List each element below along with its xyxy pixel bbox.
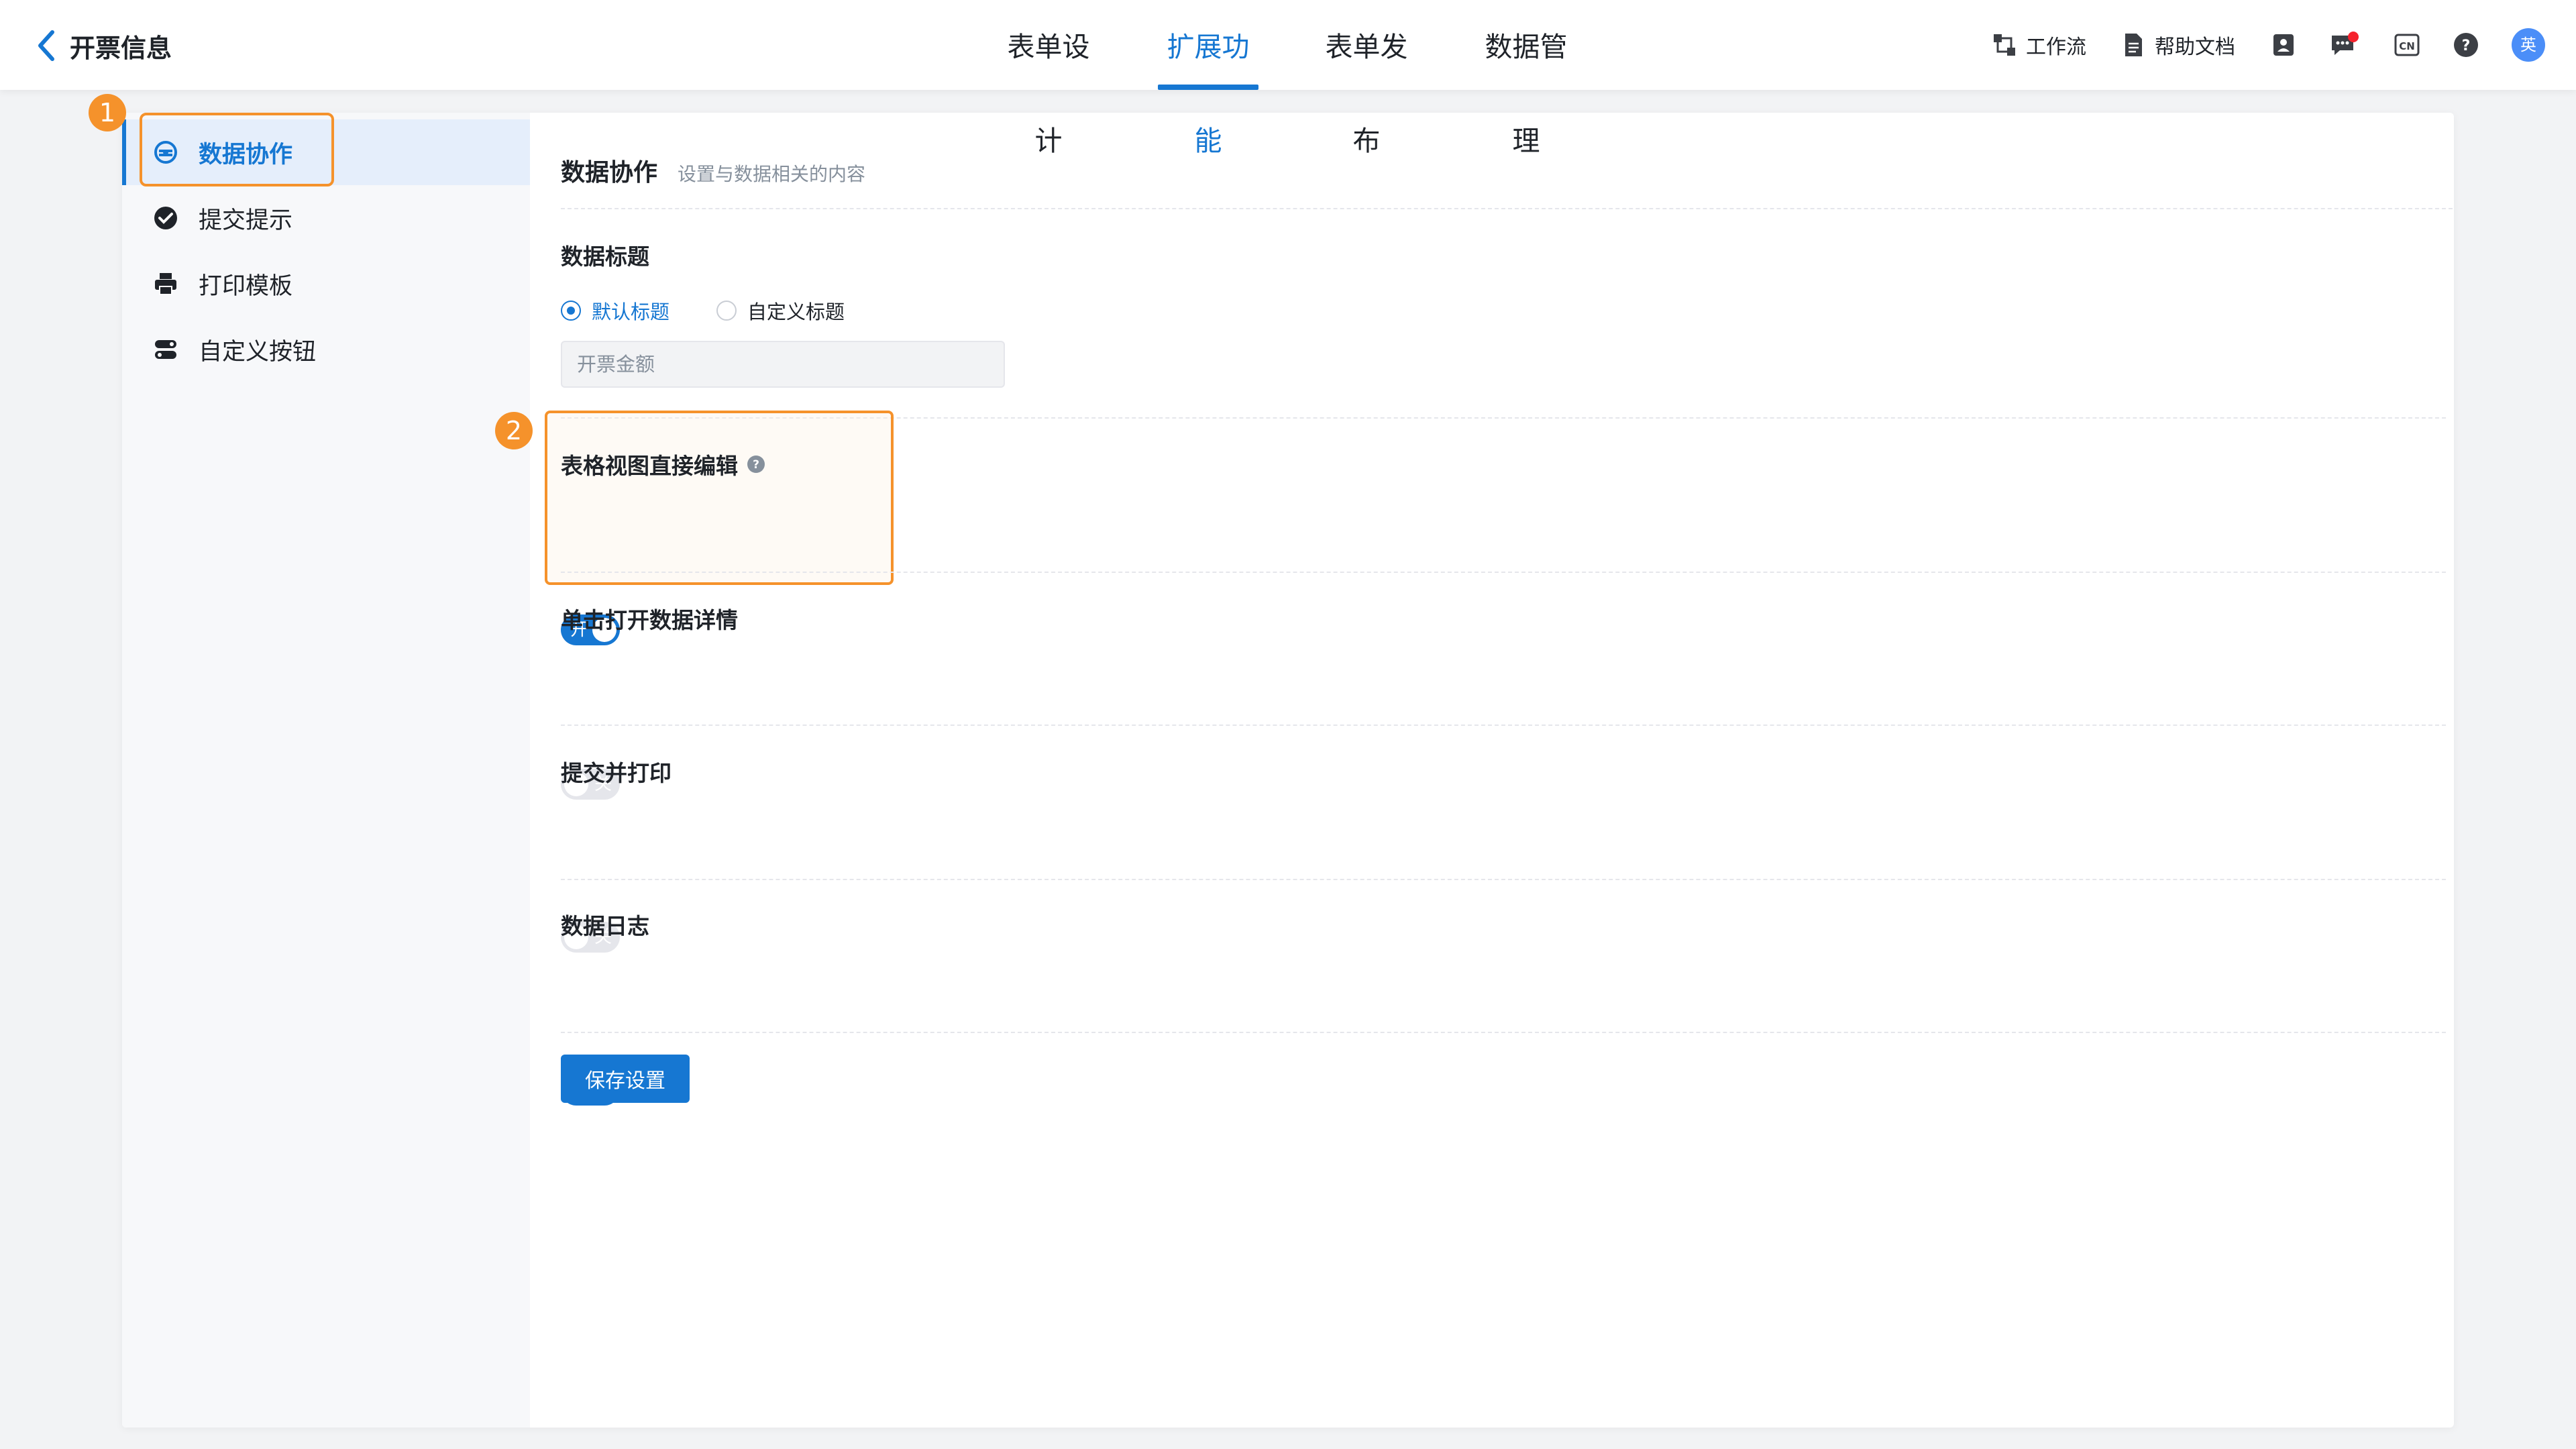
divider (561, 417, 2446, 419)
divider (561, 1032, 2446, 1033)
back-button[interactable]: 开票信息 (35, 25, 172, 66)
radio-dot (561, 301, 581, 321)
divider (561, 572, 2446, 573)
contacts-icon (2273, 34, 2294, 56)
tab-form-publish[interactable]: 表单发布 (1316, 0, 1417, 157)
main-card: 数据协作 提交提示 打印模板 自定义按钮 数据协作 设置与数据相关的内容 数据标… (122, 113, 2454, 1428)
workflow-icon (1994, 34, 2015, 56)
tab-form-design[interactable]: 表单设计 (998, 0, 1099, 157)
settings-content: 数据协作 设置与数据相关的内容 数据标题 默认标题 自定义标题 开票金额 表格视… (530, 113, 2454, 1428)
radio-default-title[interactable]: 默认标题 (561, 297, 669, 325)
divider (561, 724, 2446, 726)
tab-data-management[interactable]: 数据管理 (1476, 0, 1576, 157)
setting-data-log: 数据日志 (561, 913, 649, 939)
svg-text:?: ? (2462, 38, 2471, 54)
notification-dot (2348, 32, 2359, 42)
setting-submit-print: 提交并打印 (561, 760, 672, 786)
svg-text:CN: CN (2399, 40, 2415, 52)
setting-inline-edit: 表格视图直接编辑 ? (561, 448, 766, 480)
setting-label: 表格视图直接编辑 (561, 453, 738, 479)
data-title-radio-group: 默认标题 自定义标题 (561, 297, 892, 325)
radio-label: 默认标题 (592, 301, 670, 323)
top-bar: 开票信息 表单设计 扩展功能 表单发布 数据管理 工作流 帮助文档 CN ? 英 (0, 0, 2576, 157)
sidebar-item-label: 提交提示 (199, 207, 293, 234)
save-settings-button[interactable]: 保存设置 (561, 1055, 690, 1103)
language-button[interactable]: CN (2394, 28, 2420, 62)
printer-icon (155, 273, 176, 295)
radio-dot (716, 301, 737, 321)
sidebar-item-data-collab[interactable]: 数据协作 (122, 119, 530, 185)
language-icon: CN (2394, 34, 2420, 56)
data-collab-icon (154, 141, 177, 164)
sidebar-item-custom-buttons[interactable]: 自定义按钮 (122, 317, 530, 382)
check-circle-icon (154, 207, 177, 229)
page-title: 数据协作 (561, 159, 658, 186)
toggle-buttons-icon (155, 340, 176, 359)
content-header: 数据协作 设置与数据相关的内容 (561, 153, 865, 188)
setting-click-open-detail: 单击打开数据详情 (561, 607, 738, 633)
radio-label: 自定义标题 (747, 301, 845, 323)
help-docs-button[interactable]: 帮助文档 (2120, 28, 2235, 62)
document-icon (2125, 34, 2142, 56)
workflow-label: 工作流 (2026, 36, 2086, 59)
question-circle-icon[interactable]: ? (746, 454, 766, 474)
sidebar-item-submit-tips[interactable]: 提交提示 (122, 185, 530, 251)
question-circle-icon: ? (2454, 33, 2478, 57)
sidebar-item-label: 数据协作 (199, 141, 293, 168)
divider (561, 879, 2446, 880)
sidebar-item-print-template[interactable]: 打印模板 (122, 251, 530, 317)
sidebar-item-label: 打印模板 (199, 272, 293, 300)
settings-sidebar: 数据协作 提交提示 打印模板 自定义按钮 (122, 113, 530, 1428)
help-button[interactable]: ? (2453, 28, 2479, 62)
contacts-button[interactable] (2270, 28, 2297, 62)
data-title-label: 数据标题 (561, 244, 649, 270)
page-subtitle: 设置与数据相关的内容 (678, 163, 866, 185)
data-title-input[interactable]: 开票金额 (561, 341, 1005, 388)
sidebar-item-label: 自定义按钮 (199, 338, 317, 366)
divider (561, 208, 2454, 209)
radio-custom-title[interactable]: 自定义标题 (716, 297, 845, 325)
svg-text:?: ? (753, 458, 759, 472)
messages-button[interactable] (2329, 28, 2359, 62)
user-avatar[interactable]: 英 (2512, 28, 2545, 62)
annotation-badge-2: 2 (495, 412, 533, 449)
chevron-left-icon (38, 30, 54, 61)
help-docs-label: 帮助文档 (2155, 36, 2235, 59)
app-title: 开票信息 (70, 33, 172, 63)
workflow-button[interactable]: 工作流 (1991, 28, 2086, 62)
tab-extensions[interactable]: 扩展功能 (1158, 0, 1258, 157)
annotation-badge-1: 1 (89, 94, 126, 131)
annotation-highlight-2 (545, 411, 894, 585)
